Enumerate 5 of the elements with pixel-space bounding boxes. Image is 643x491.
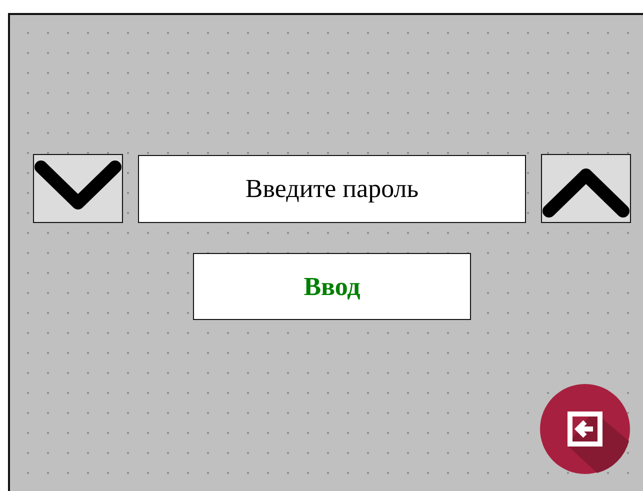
down-button[interactable] (33, 154, 123, 223)
exit-button[interactable] (539, 383, 631, 475)
password-field[interactable]: Введите пароль (138, 154, 526, 222)
enter-button[interactable]: Ввод (193, 253, 471, 320)
up-button[interactable] (541, 154, 631, 223)
